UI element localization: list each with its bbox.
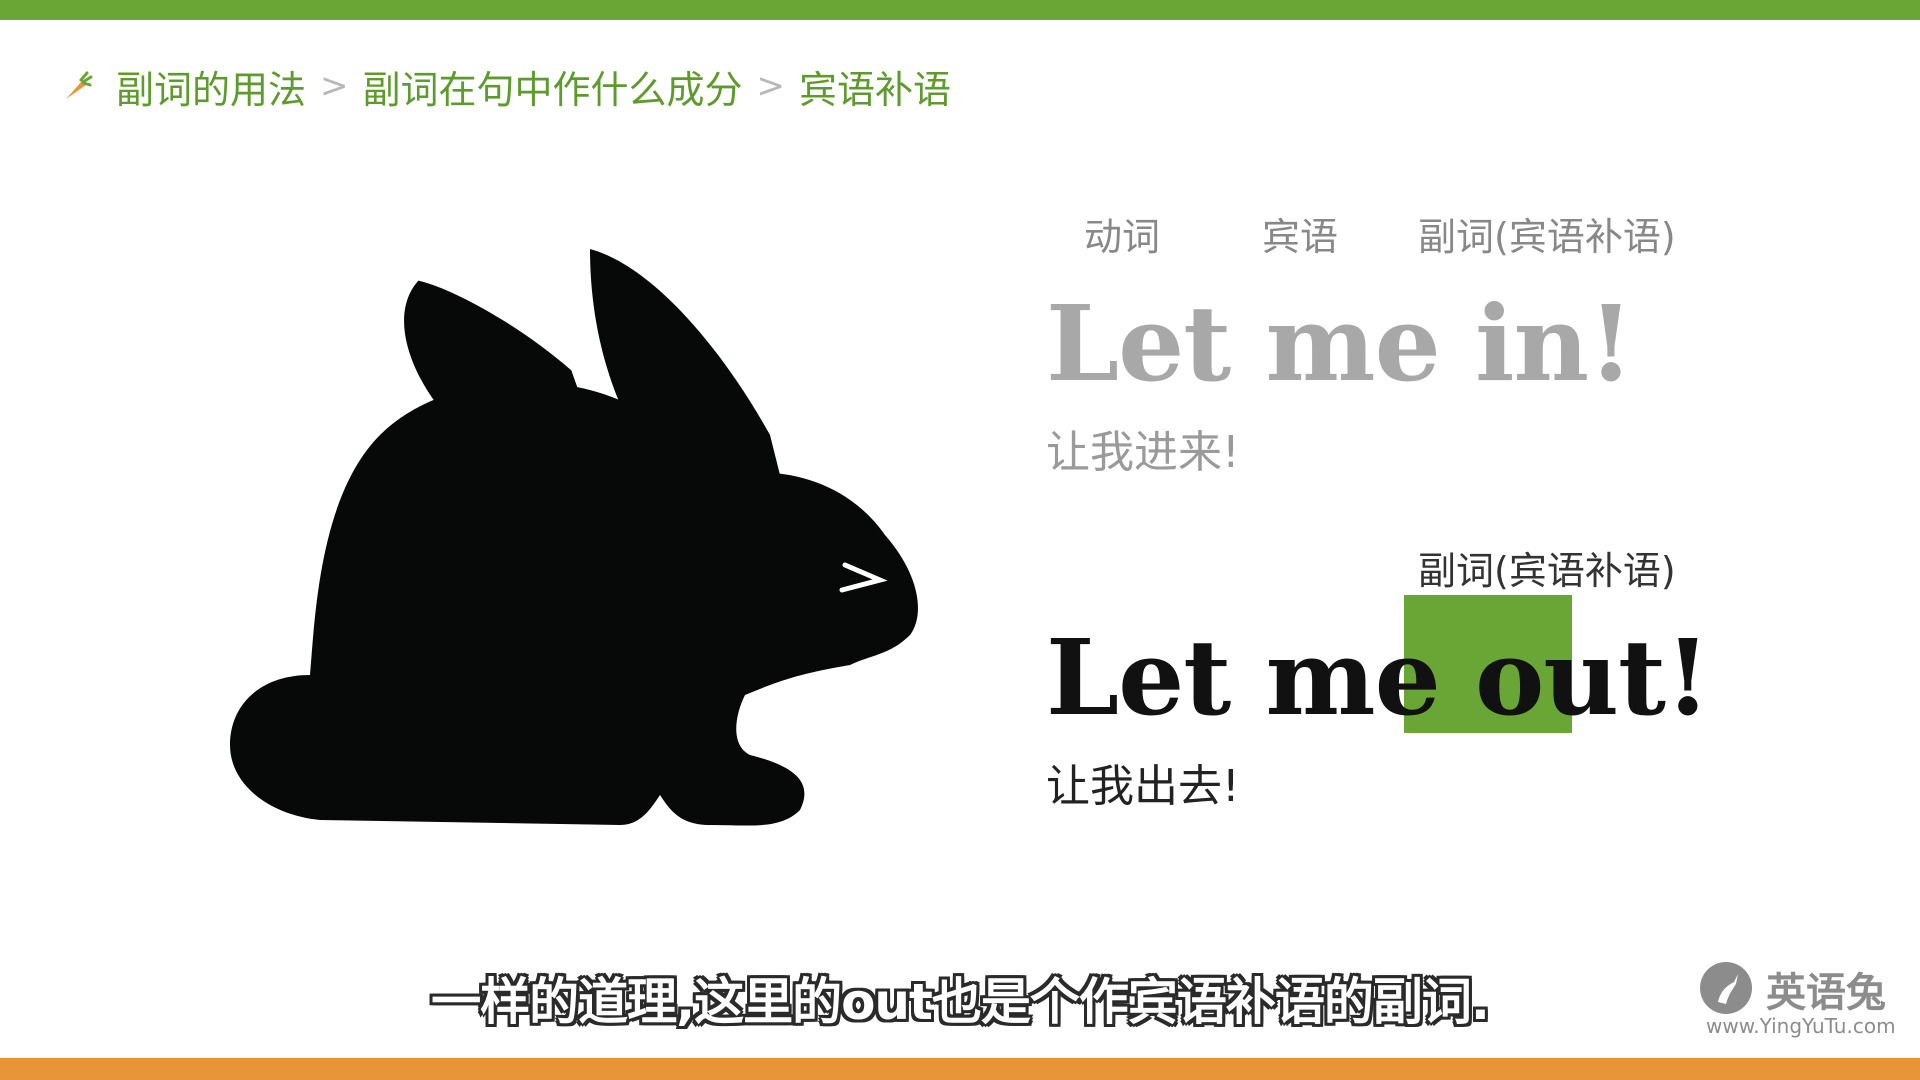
label-object: 宾语 (1262, 215, 1339, 259)
breadcrumb: 副词的用法 > 副词在句中作什么成分 > 宾语补语 (60, 56, 951, 116)
brand-url: www.YingYuTu.com (1706, 1014, 1896, 1038)
translation-let-me-in: 让我进来! (1046, 427, 1240, 478)
breadcrumb-item-object-complement[interactable]: 宾语补语 (799, 59, 951, 114)
brand-watermark: 英语兔 www.YingYuTu.com (1700, 960, 1900, 1040)
rabbit-logo-icon (1700, 962, 1752, 1014)
label-verb: 动词 (1084, 215, 1161, 259)
example-sentence-let-me-in: Let me in! (1046, 282, 1634, 405)
breadcrumb-item-adverb-role[interactable]: 副词在句中作什么成分 (363, 59, 743, 114)
breadcrumb-separator: > (756, 66, 786, 106)
bottom-accent-bar (0, 1058, 1920, 1080)
top-accent-bar (0, 0, 1920, 20)
breadcrumb-separator: > (320, 66, 349, 106)
highlighted-word: out (1474, 616, 1666, 739)
label-adverb-complement: 副词(宾语补语) (1418, 215, 1676, 259)
rabbit-silhouette-icon (230, 249, 918, 826)
example-sentence-let-me-out: Let me out! (1046, 616, 1711, 739)
translation-let-me-out: 让我出去! (1046, 761, 1240, 812)
sentence-prefix: Let me (1046, 616, 1475, 739)
brand-name: 英语兔 (1766, 969, 1886, 1016)
sentence-suffix: ! (1665, 616, 1711, 739)
breadcrumb-item-adverb-usage[interactable]: 副词的用法 (116, 59, 306, 114)
carrot-icon (66, 71, 93, 99)
label-adverb-complement-2: 副词(宾语补语) (1418, 549, 1676, 593)
video-subtitle: 一样的道理,这里的out也是个作宾语补语的副词. (431, 973, 1490, 1031)
